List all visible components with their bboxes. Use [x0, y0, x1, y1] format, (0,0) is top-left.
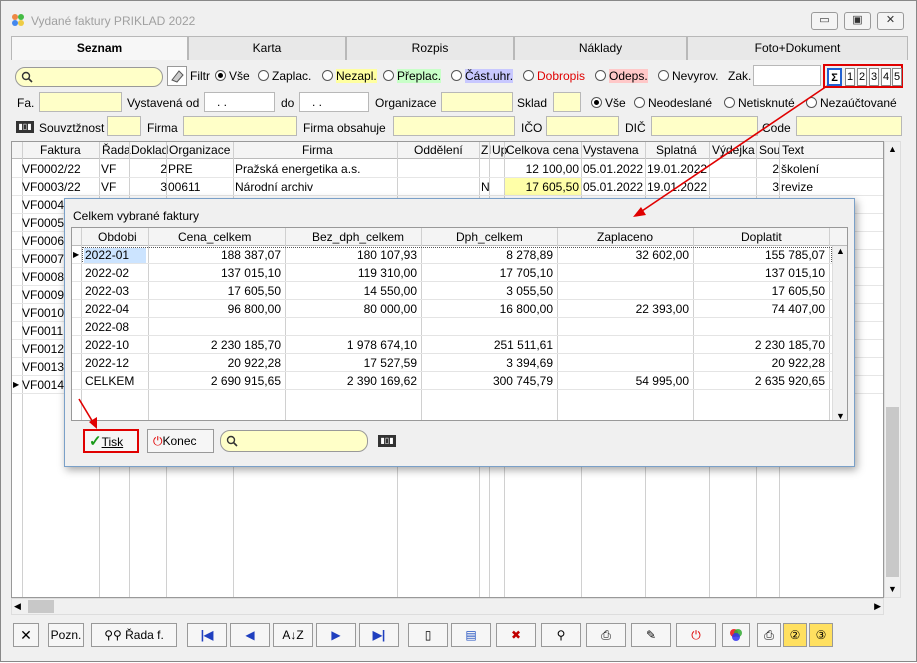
arrow-head-icon: [633, 207, 646, 217]
annotation-arrows: [78, 85, 828, 429]
arrow-to-tisk: [78, 398, 95, 425]
main-window: Vydané faktury PRIKLAD 2022 ▭ ▣ ✕ Seznam…: [0, 0, 917, 662]
arrow-sigma-to-dialog: [638, 85, 828, 214]
